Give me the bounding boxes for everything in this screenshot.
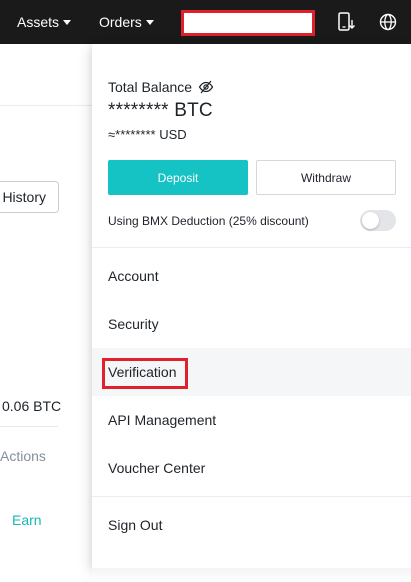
caret-down-icon — [145, 20, 154, 25]
menu-divider — [92, 496, 411, 497]
balance-usd: ≈******** USD — [108, 127, 187, 142]
earn-link[interactable]: Earn — [12, 512, 42, 528]
bmx-deduction-toggle[interactable] — [360, 210, 396, 231]
eye-slash-icon[interactable] — [198, 79, 214, 95]
page-divider — [0, 105, 92, 106]
bmx-deduction-label: Using BMX Deduction (25% discount) — [108, 214, 309, 228]
menu-item-label: Account — [108, 268, 159, 284]
caret-down-icon — [63, 20, 72, 25]
withdraw-button[interactable]: Withdraw — [256, 160, 396, 195]
table-divider — [0, 426, 58, 427]
account-name-highlight[interactable] — [181, 10, 315, 36]
total-balance-label: Total Balance — [108, 79, 193, 95]
toggle-knob — [362, 212, 379, 229]
actions-column-header: Actions — [0, 448, 46, 464]
asset-amount: 0.06 BTC — [2, 398, 62, 414]
deposit-button[interactable]: Deposit — [108, 160, 248, 195]
phone-download-icon[interactable] — [334, 11, 356, 33]
menu-item-security[interactable]: Security — [92, 300, 411, 348]
orders-menu-label: Orders — [99, 14, 142, 30]
menu-item-label: API Management — [108, 412, 217, 428]
assets-menu[interactable]: Assets — [17, 12, 72, 32]
globe-icon[interactable] — [377, 11, 399, 33]
menu-item-api-management[interactable]: API Management — [92, 396, 411, 444]
total-balance-row: Total Balance — [108, 79, 214, 95]
orders-menu[interactable]: Orders — [99, 12, 154, 32]
menu-item-label: Voucher Center — [108, 460, 206, 476]
top-navigation-bar: Assets Orders — [0, 0, 411, 44]
assets-menu-label: Assets — [17, 14, 60, 30]
menu-item-voucher-center[interactable]: Voucher Center — [92, 444, 411, 492]
menu-item-label: Security — [108, 316, 159, 332]
menu-item-account[interactable]: Account — [92, 252, 411, 300]
balance-btc: ******** BTC — [108, 100, 213, 121]
history-button[interactable]: History — [0, 181, 59, 213]
dropdown-shadow — [92, 568, 411, 582]
menu-divider — [92, 247, 411, 248]
menu-item-label: Sign Out — [108, 517, 163, 533]
menu-item-label: Verification — [108, 364, 177, 380]
menu-item-verification[interactable]: Verification — [92, 348, 411, 396]
account-dropdown: Total Balance ******** BTC ≈******** USD… — [92, 44, 411, 568]
menu-item-sign-out[interactable]: Sign Out — [92, 501, 411, 549]
